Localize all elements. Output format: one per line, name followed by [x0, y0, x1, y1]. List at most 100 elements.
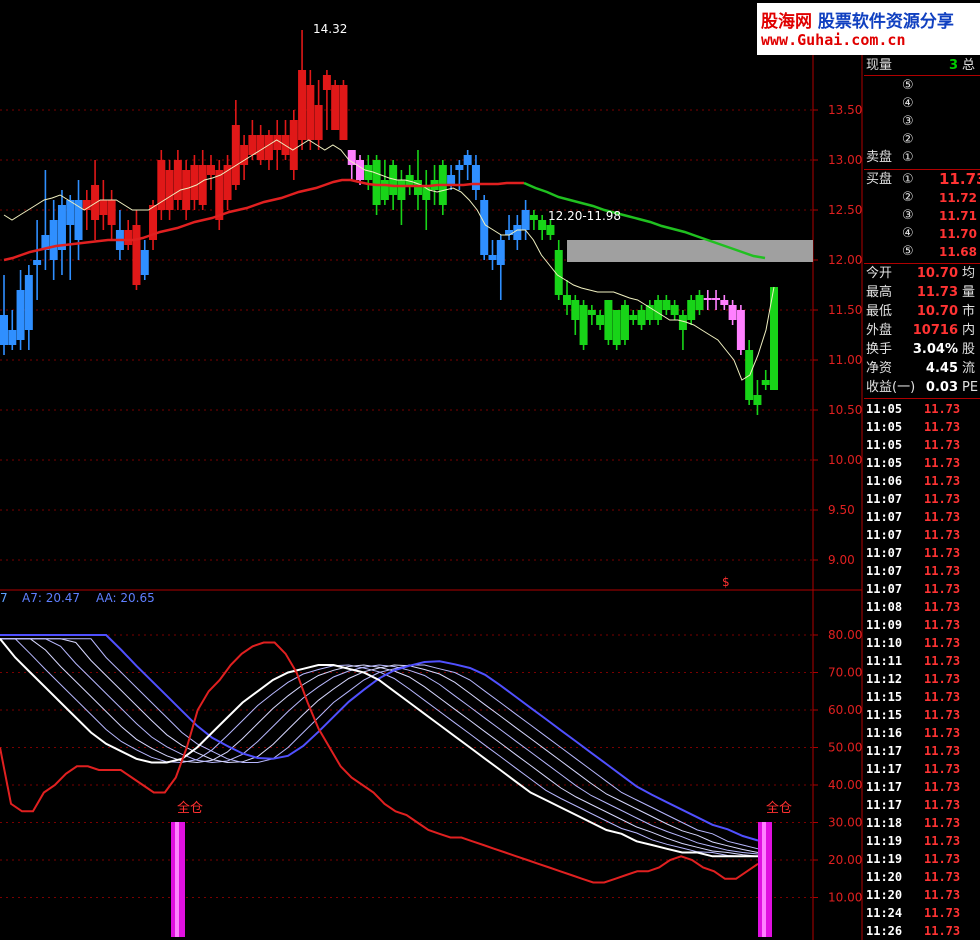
tick-time: 11:12 — [866, 672, 903, 686]
candle-body — [397, 180, 406, 200]
buy-level-row: ④ 11.70 — [864, 225, 980, 243]
candle-body — [33, 260, 42, 265]
stat-row: 净资 4.45 流 — [864, 360, 980, 378]
stat-cut-label: 股 — [962, 342, 976, 357]
candle-body — [761, 380, 770, 385]
candle-body — [256, 135, 265, 160]
candle-body — [372, 160, 381, 205]
candle-body — [505, 230, 514, 235]
candle-body — [215, 170, 224, 220]
stat-row: 最高 11.73 量 — [864, 284, 980, 302]
tick-row: 11:06 11.73 — [864, 472, 980, 490]
total-label-cut: 总 — [962, 58, 976, 73]
candle-body — [455, 165, 464, 170]
tick-price: 11.73 — [924, 816, 961, 830]
tick-price: 11.73 — [924, 582, 961, 596]
candle-body — [629, 315, 638, 320]
tick-time: 11:08 — [866, 600, 903, 614]
stat-value: 3.04% — [912, 342, 958, 357]
candle-body — [165, 170, 174, 210]
candle-body — [546, 225, 555, 235]
quote-panel: 现量 3总 ⑤ ④ ③ ② 卖盘 ① 买盘 ① 11.73 ② 11.72 ③ 11.71 ④ 11.70 ⑤ 11… — [864, 55, 980, 940]
tick-time: 11:09 — [866, 618, 903, 632]
candle-body — [538, 220, 547, 230]
tick-time: 11:17 — [866, 780, 903, 794]
sell-level-number: ③ — [902, 114, 914, 129]
osc-fan-line — [0, 638, 759, 855]
tick-price: 11.73 — [924, 726, 961, 740]
buy-level-price: 11.71 — [939, 209, 977, 223]
candle-body — [107, 200, 116, 225]
buy-level-row: ② 11.72 — [864, 189, 980, 207]
price-tick-label: 12.00 — [828, 253, 862, 267]
legend-item: AA: 20.65 — [96, 591, 155, 605]
stock-chart[interactable]: 13.50 13.00 12.50 12.00 11.50 11.00 10.50 10.00… — [0, 0, 980, 940]
candle-body — [16, 290, 25, 340]
tick-time: 11:16 — [866, 726, 903, 740]
price-y-axis: 13.50 13.00 12.50 12.00 11.50 11.00 10.50 10.00… — [813, 103, 862, 567]
stat-value: 11.73 — [916, 285, 958, 300]
signal-bar-left-highlight — [175, 822, 179, 937]
candle-body — [206, 165, 215, 175]
stat-row: 收益(一) 0.03 PE — [864, 379, 980, 397]
candle-body — [612, 310, 621, 345]
tick-time: 11:07 — [866, 564, 903, 578]
brand-url: www.Guhai.com.cn — [761, 31, 906, 49]
candle-body — [736, 310, 745, 350]
stat-label: 外盘 — [866, 323, 893, 338]
watermark-logo: 股海网 股票软件资源分享 www.Guhai.com.cn — [757, 3, 980, 55]
candle-body — [198, 165, 207, 205]
sell-level-row: ③ — [864, 113, 980, 131]
tick-row: 11:18 11.73 — [864, 814, 980, 832]
candle-body — [728, 305, 737, 320]
tick-time: 11:20 — [866, 888, 903, 902]
tick-time: 11:05 — [866, 438, 903, 452]
candle-body — [8, 330, 17, 345]
oscillator-lines — [0, 634, 759, 884]
candle-body — [596, 315, 605, 325]
price-tick-label: 11.50 — [828, 303, 862, 317]
candle-body — [563, 295, 572, 305]
osc-tick-label: 20.00 — [828, 853, 862, 867]
candle-body — [248, 135, 257, 155]
indicator-legend: 7 A7: 20.47 AA: 20.65 — [0, 591, 155, 605]
candle-body — [753, 395, 762, 405]
stat-value: 10.70 — [916, 304, 958, 319]
osc-fan-line — [0, 638, 759, 853]
candle-body — [24, 275, 33, 330]
sell-level-number: ⑤ — [902, 78, 914, 93]
stat-row: 最低 10.70 市 — [864, 303, 980, 321]
candle-body — [66, 200, 75, 225]
candle-body — [513, 225, 522, 240]
candle-body — [190, 165, 199, 200]
tick-price: 11.73 — [924, 420, 961, 434]
tick-price: 11.73 — [924, 636, 961, 650]
tick-price: 11.73 — [924, 870, 961, 884]
stat-cut-label: 流 — [962, 361, 976, 376]
tick-row: 11:05 11.73 — [864, 400, 980, 418]
tick-price: 11.73 — [924, 888, 961, 902]
tick-row: 11:17 11.73 — [864, 778, 980, 796]
candle-body — [331, 85, 340, 130]
candle-body — [322, 75, 331, 90]
stat-label: 净资 — [866, 361, 893, 376]
candle-body — [496, 240, 505, 265]
tick-price: 11.73 — [924, 834, 961, 848]
price-tick-label: 9.50 — [828, 503, 855, 517]
candle-body — [264, 135, 273, 160]
tick-price: 11.73 — [924, 690, 961, 704]
tick-price: 11.73 — [924, 564, 961, 578]
oscillator-y-axis: 80.00 70.00 60.00 50.00 40.00 30.00 20.00 10.00 — [813, 628, 862, 905]
buy-level-price: 11.70 — [939, 227, 977, 241]
tick-price: 11.73 — [924, 528, 961, 542]
tick-price: 11.73 — [924, 762, 961, 776]
buy-level-row: 买盘 ① 11.73 — [864, 170, 980, 189]
tick-time: 11:18 — [866, 816, 903, 830]
sell-level-row: ④ — [864, 95, 980, 113]
sell-level-row: 卖盘 ① — [864, 149, 980, 167]
candle-body — [703, 298, 712, 300]
sell-level-row: ② — [864, 131, 980, 149]
candle-body — [720, 300, 729, 305]
tick-price: 11.73 — [924, 924, 961, 938]
price-tick-label: 13.50 — [828, 103, 862, 117]
